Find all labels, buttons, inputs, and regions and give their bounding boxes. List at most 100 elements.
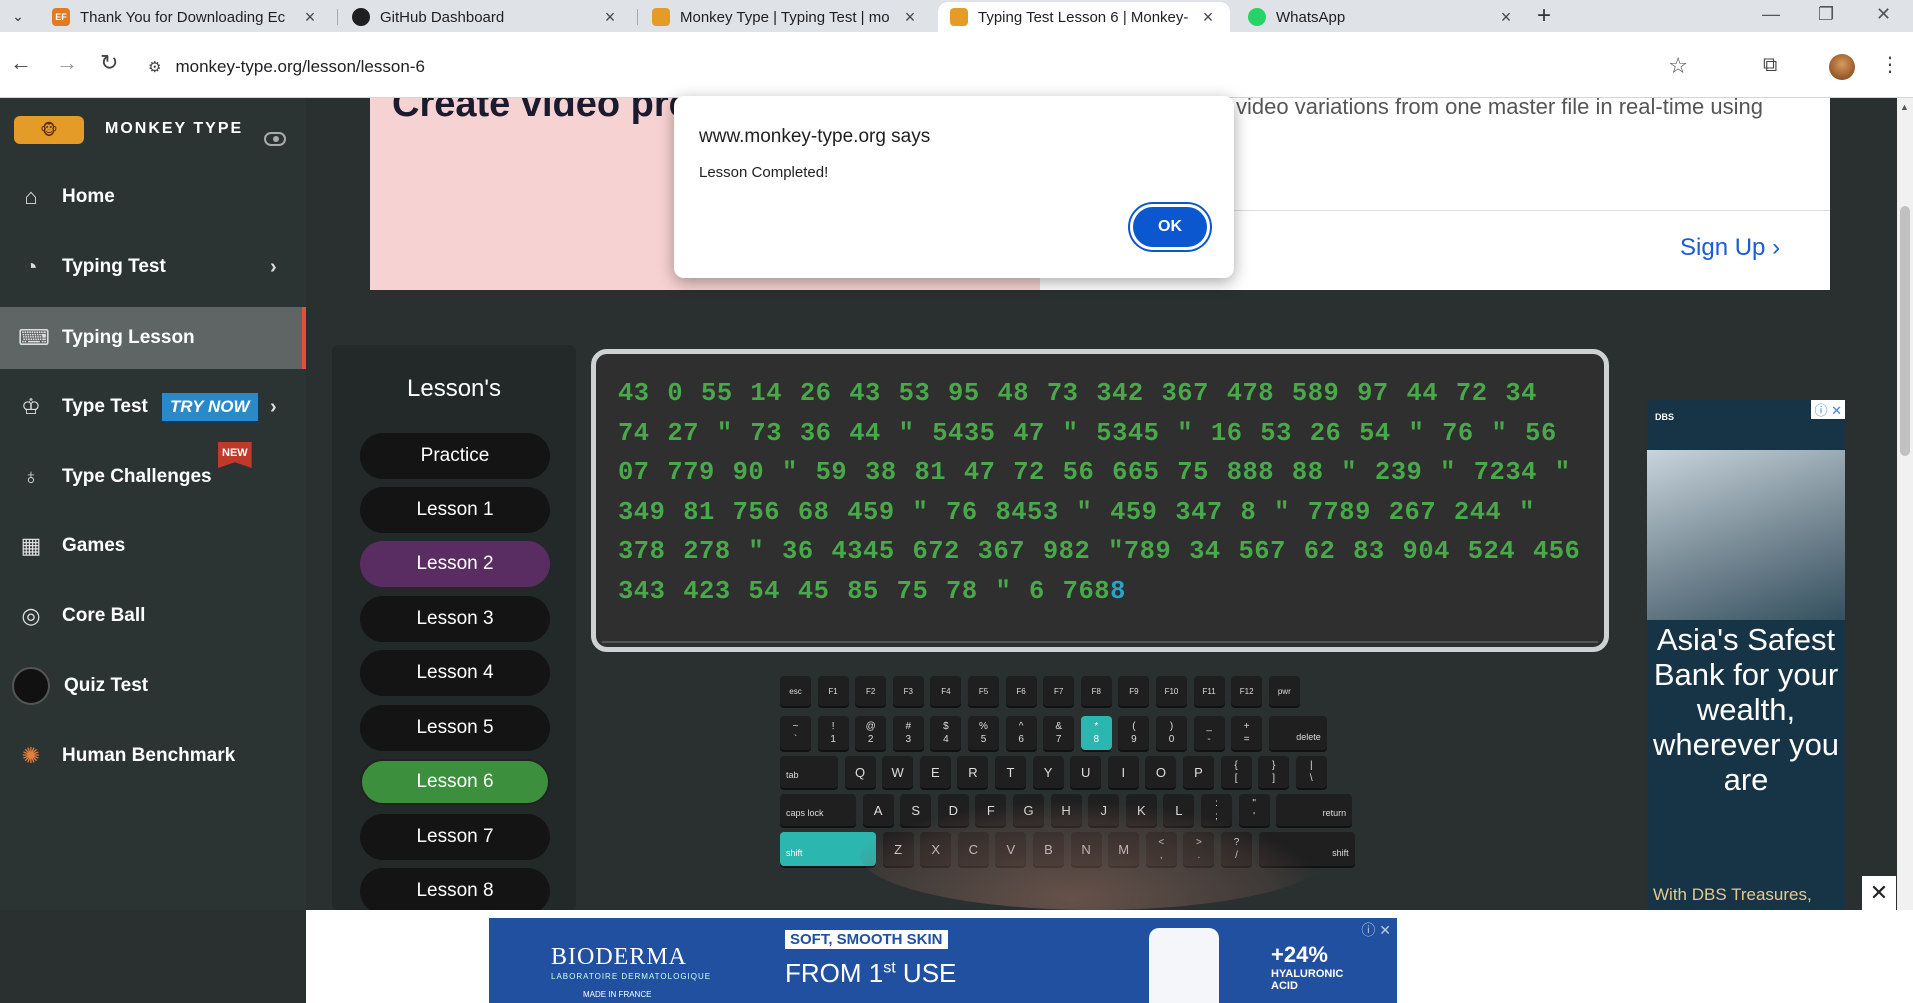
key-f6[interactable]: F6	[1005, 676, 1037, 706]
minimize-icon[interactable]: —	[1762, 4, 1780, 25]
key-tab[interactable]: tab	[780, 756, 838, 788]
lesson-practice[interactable]: Practice	[360, 433, 550, 479]
key-\[interactable]: | \	[1295, 756, 1327, 788]
site-info-icon[interactable]: ⚙	[148, 58, 161, 76]
key-f5[interactable]: F5	[968, 676, 999, 706]
restore-icon[interactable]: ❐	[1818, 4, 1834, 25]
close-icon[interactable]: ×	[300, 7, 320, 28]
key-i[interactable]: I	[1107, 756, 1139, 788]
reload-icon[interactable]: ↻	[100, 50, 118, 76]
key-4[interactable]: $4	[930, 716, 962, 750]
key-r[interactable]: R	[957, 756, 989, 788]
close-icon[interactable]: ✕	[1862, 876, 1896, 910]
key-pwr[interactable]: pwr	[1268, 676, 1300, 706]
key-f8[interactable]: F8	[1080, 676, 1112, 706]
close-icon[interactable]: ×	[600, 7, 620, 28]
sidebar-item-home[interactable]: ⌂ Home	[0, 172, 306, 222]
key-delete[interactable]: delete	[1268, 716, 1327, 750]
key-q[interactable]: Q	[844, 756, 876, 788]
sidebar-item-human-benchmark[interactable]: ✺ Human Benchmark	[0, 731, 306, 781]
key-f2[interactable]: F2	[855, 676, 887, 706]
ad-info-icon[interactable]: ⓘ ✕	[1811, 400, 1845, 419]
key-7[interactable]: & 7	[1043, 716, 1075, 750]
key-p[interactable]: P	[1183, 756, 1214, 788]
url-field[interactable]: ⚙ monkey-type.org/lesson/lesson-6 ☆	[140, 49, 1700, 85]
key-return[interactable]: return	[1276, 794, 1353, 826]
tab-0[interactable]: EF Thank You for Downloading Ec ×	[40, 2, 332, 32]
key-caps-lock[interactable]: caps lock	[780, 794, 856, 826]
key--[interactable]: _ -	[1193, 716, 1225, 750]
key-5[interactable]: % 5	[968, 716, 999, 750]
scroll-up-icon[interactable]: ▲	[1900, 102, 1909, 112]
key-8[interactable]: * 8	[1080, 716, 1112, 750]
forward-icon[interactable]: →	[56, 50, 78, 76]
key-f7[interactable]: F7	[1043, 676, 1075, 706]
key-0[interactable]: ) 0	[1156, 716, 1187, 750]
sidebar-item-typing-lesson[interactable]: ⌨ Typing Lesson	[0, 307, 306, 369]
lesson-4[interactable]: Lesson 4	[360, 650, 550, 696]
sidebar-item-games[interactable]: ▦ Games	[0, 521, 306, 571]
extensions-icon[interactable]: ⧉	[1763, 54, 1777, 77]
close-icon[interactable]: ×	[1198, 7, 1218, 28]
key-t[interactable]: T	[995, 756, 1026, 788]
page-scrollbar[interactable]: ▲	[1897, 98, 1913, 910]
close-icon[interactable]: ×	[900, 7, 920, 28]
sidebar-item-type-challenges[interactable]: ♁ Type Challenges NEW	[0, 442, 306, 502]
close-icon[interactable]: ×	[1496, 7, 1516, 28]
lesson-2[interactable]: Lesson 2	[360, 541, 550, 587]
right-side-ad[interactable]: DBS ⓘ ✕ Asia's Safest Bank for your weal…	[1647, 400, 1845, 910]
key-`[interactable]: ~ `	[780, 716, 811, 750]
sidebar-item-core-ball[interactable]: ◎ Core Ball	[0, 591, 306, 641]
tab-2[interactable]: Monkey Type | Typing Test | mo ×	[640, 2, 932, 32]
lesson-3[interactable]: Lesson 3	[360, 596, 550, 642]
key-f4[interactable]: F4	[930, 676, 962, 706]
key-esc[interactable]: esc	[780, 676, 811, 706]
key-y[interactable]: Y	[1032, 756, 1064, 788]
try-now-badge[interactable]: TRY NOW	[161, 393, 258, 421]
key-a[interactable]: A	[862, 794, 894, 826]
sidebar-item-quiz-test[interactable]: Quiz Test	[0, 661, 306, 711]
key-w[interactable]: W	[882, 756, 914, 788]
key-f9[interactable]: F9	[1118, 676, 1150, 706]
monkey-logo[interactable]: 🐵	[14, 116, 84, 144]
sidebar-item-typing-test[interactable]: ◔ Typing Test ›	[0, 242, 306, 292]
ad-info-icon[interactable]: ⓘ ✕	[1361, 920, 1391, 940]
url-text[interactable]: monkey-type.org/lesson/lesson-6	[175, 57, 424, 77]
brand-name[interactable]: MONKEY TYPE	[105, 120, 243, 138]
key-f3[interactable]: F3	[892, 676, 924, 706]
back-icon[interactable]: ←	[10, 50, 32, 76]
new-tab-button[interactable]: +	[1537, 2, 1551, 30]
key-=[interactable]: + =	[1231, 716, 1263, 750]
tab-4[interactable]: WhatsApp ×	[1236, 2, 1528, 32]
key-f10[interactable]: F10	[1156, 676, 1187, 706]
avatar[interactable]	[1829, 54, 1855, 80]
key-f1[interactable]: F1	[817, 676, 849, 706]
bottom-banner-ad[interactable]: BIODERMA LABORATOIRE DERMATOLOGIQUE MADE…	[489, 918, 1397, 1003]
tab-search-dropdown[interactable]: ⌄	[6, 5, 30, 27]
ok-button[interactable]: OK	[1130, 204, 1210, 250]
typing-text-box[interactable]: 43 0 55 14 26 43 53 95 48 73 342 367 478…	[591, 349, 1609, 652]
key-f11[interactable]: F11	[1193, 676, 1225, 706]
key-2[interactable]: @2	[855, 716, 887, 750]
key-9[interactable]: (9	[1118, 716, 1150, 750]
lesson-1[interactable]: Lesson 1	[360, 487, 550, 533]
menu-icon[interactable]: ⋮	[1880, 52, 1900, 77]
key-o[interactable]: O	[1145, 756, 1177, 788]
scrollbar-thumb[interactable]	[1900, 206, 1910, 456]
theme-toggle[interactable]	[264, 132, 286, 146]
bookmark-star-icon[interactable]: ☆	[1668, 53, 1688, 79]
lesson-6[interactable]: Lesson 6	[360, 759, 550, 805]
window-close-icon[interactable]: ✕	[1876, 4, 1891, 25]
key-e[interactable]: E	[919, 756, 951, 788]
key-3[interactable]: #3	[892, 716, 924, 750]
lesson-5[interactable]: Lesson 5	[360, 705, 550, 751]
key-1[interactable]: ! 1	[817, 716, 849, 750]
key-][interactable]: }]	[1258, 756, 1290, 788]
lesson-8[interactable]: Lesson 8	[360, 868, 550, 914]
sidebar-item-type-test[interactable]: ♔ Type Test TRY NOW ›	[0, 382, 306, 432]
sign-up-link[interactable]: Sign Up ›	[1680, 234, 1780, 262]
lesson-7[interactable]: Lesson 7	[360, 814, 550, 860]
tab-3[interactable]: Typing Test Lesson 6 | Monkey- ×	[938, 2, 1230, 32]
key-6[interactable]: ^ 6	[1005, 716, 1037, 750]
key-u[interactable]: U	[1070, 756, 1102, 788]
